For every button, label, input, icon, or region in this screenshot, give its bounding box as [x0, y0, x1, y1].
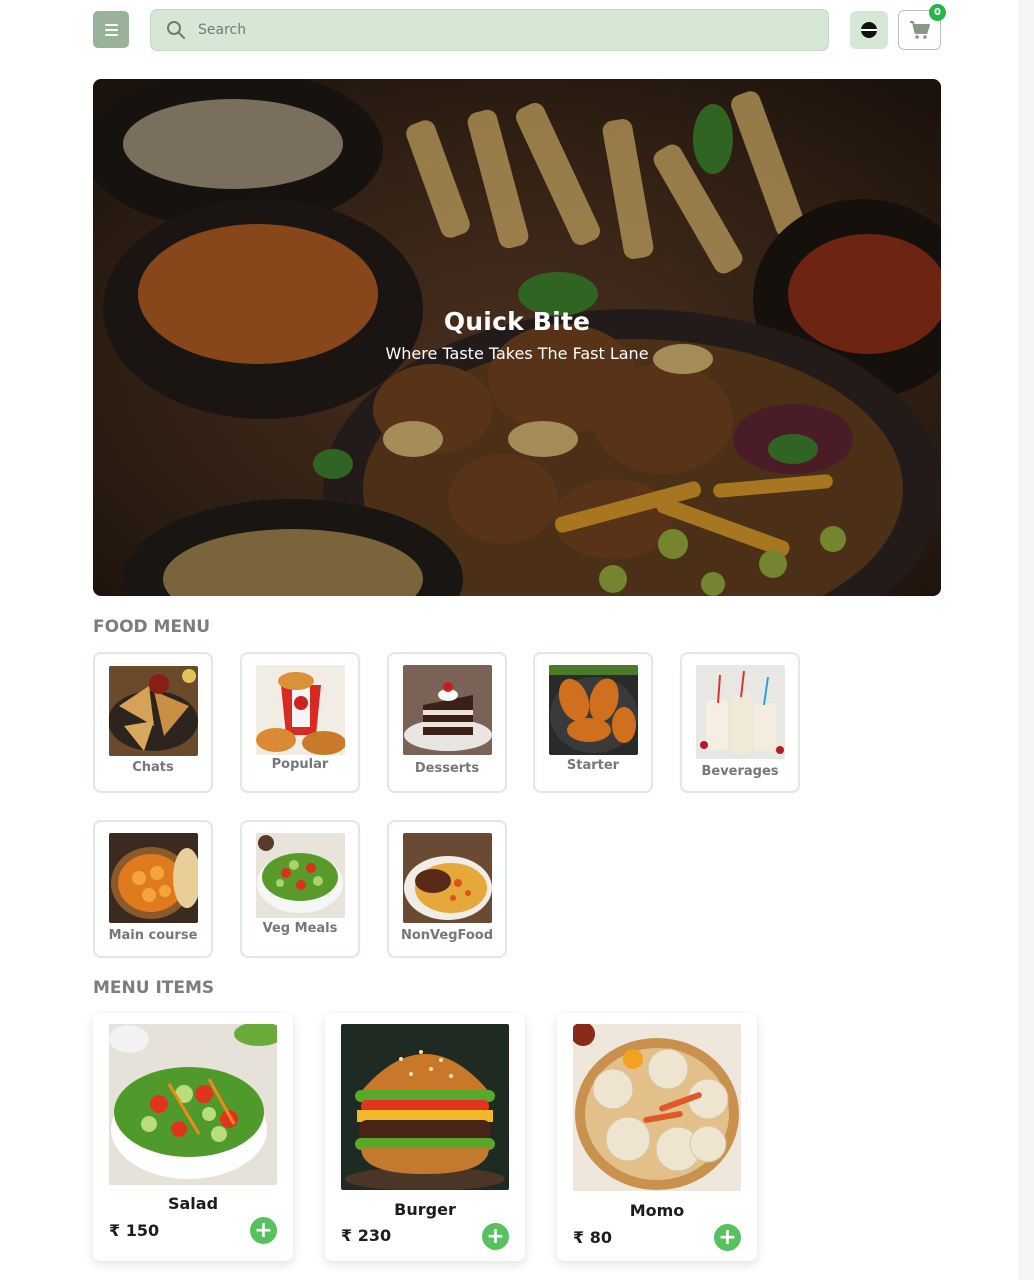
main-course-image — [109, 833, 198, 923]
category-label: Desserts — [414, 761, 480, 776]
search-input[interactable] — [198, 22, 798, 38]
nonvegfood-image — [403, 833, 492, 923]
food-menu-heading: FOOD MENU — [93, 617, 211, 637]
menu-item-price: ₹ 150 — [109, 1221, 160, 1240]
hero-banner: Quick Bite Where Taste Takes The Fast La… — [93, 79, 941, 596]
category-popular[interactable]: Popular — [240, 652, 360, 793]
salad-image — [109, 1024, 277, 1185]
menu-icon-line — [104, 28, 118, 31]
cart-icon — [909, 21, 930, 39]
hamburger-menu-button[interactable] — [93, 11, 129, 48]
cart-count-badge: 0 — [929, 4, 946, 21]
category-label: Beverages — [701, 764, 779, 779]
theme-toggle-button[interactable] — [850, 11, 888, 49]
burger-image — [341, 1024, 509, 1190]
beverages-image — [696, 665, 785, 759]
search-icon — [167, 21, 185, 39]
theme-toggle-icon — [861, 22, 877, 38]
menu-items-heading: MENU ITEMS — [93, 978, 215, 998]
popular-image — [256, 665, 345, 755]
hero-subtitle: Where Taste Takes The Fast Lane — [385, 344, 649, 363]
menu-item-card-salad[interactable]: Salad ₹ 150 + — [93, 1013, 293, 1261]
category-label: Chats — [132, 760, 174, 775]
plus-icon: + — [718, 1224, 737, 1250]
category-label: Starter — [566, 758, 620, 773]
category-main-course[interactable]: Main course — [93, 820, 213, 958]
add-to-cart-button[interactable]: + — [482, 1223, 509, 1250]
plus-icon: + — [486, 1223, 505, 1249]
category-starter[interactable]: Starter — [533, 652, 653, 793]
category-chats[interactable]: Chats — [93, 652, 213, 793]
category-label: NonVegFood — [400, 928, 494, 943]
desserts-image — [403, 665, 492, 755]
chats-image — [109, 666, 198, 756]
category-label: Main course — [108, 928, 198, 943]
menu-item-card-momo[interactable]: Momo ₹ 80 + — [557, 1013, 757, 1261]
category-label: Popular — [271, 757, 329, 772]
starter-image — [549, 665, 638, 755]
hero-title: Quick Bite — [443, 307, 591, 336]
search-bar[interactable] — [150, 9, 829, 51]
menu-item-price: ₹ 230 — [341, 1226, 392, 1245]
category-nonvegfood[interactable]: NonVegFood — [387, 820, 507, 958]
menu-item-name: Burger — [394, 1200, 456, 1219]
veg-meals-image — [256, 833, 345, 918]
category-label: Veg Meals — [262, 921, 338, 936]
menu-item-price: ₹ 80 — [573, 1228, 612, 1247]
category-veg-meals[interactable]: Veg Meals — [240, 820, 360, 958]
menu-item-card-burger[interactable]: Burger ₹ 230 + — [325, 1013, 525, 1261]
menu-item-name: Momo — [629, 1201, 685, 1220]
category-beverages[interactable]: Beverages — [680, 652, 800, 793]
add-to-cart-button[interactable]: + — [714, 1224, 741, 1251]
category-desserts[interactable]: Desserts — [387, 652, 507, 793]
menu-icon-line — [104, 33, 118, 36]
scrollbar-track[interactable] — [1018, 0, 1034, 1280]
momo-image — [573, 1024, 741, 1191]
add-to-cart-button[interactable]: + — [250, 1217, 277, 1244]
plus-icon: + — [254, 1217, 273, 1243]
menu-icon-line — [104, 23, 118, 26]
menu-item-name: Salad — [167, 1194, 219, 1213]
